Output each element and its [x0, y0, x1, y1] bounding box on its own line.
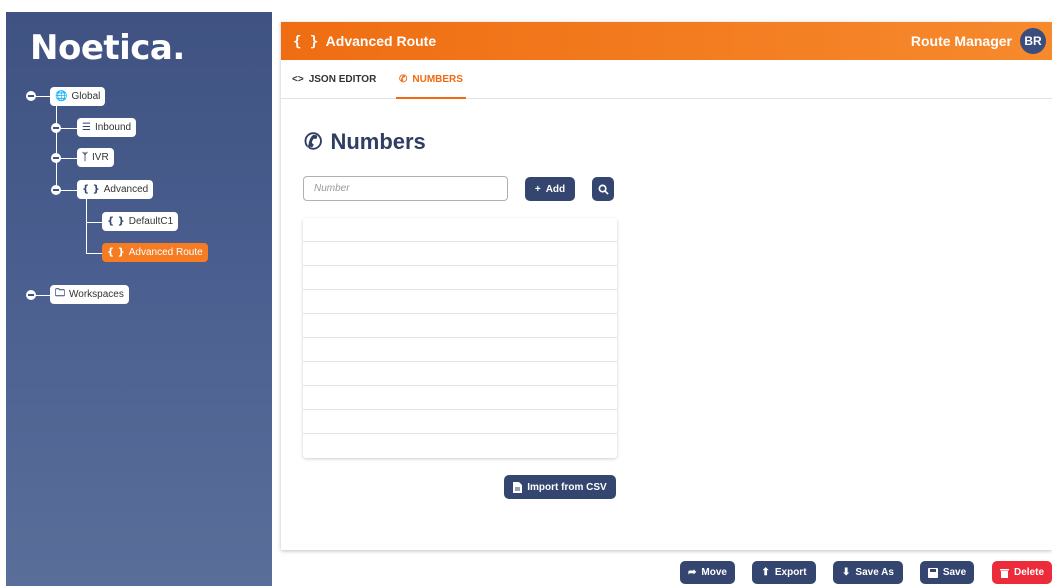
list-item[interactable] — [303, 266, 617, 290]
list-item[interactable] — [303, 386, 617, 410]
inbound-list-icon: ☰ — [82, 122, 91, 133]
delete-button[interactable]: Delete — [992, 561, 1052, 584]
tree-node-inbound[interactable]: ☰ Inbound — [77, 118, 137, 137]
phone-icon: ✆ — [399, 74, 408, 85]
tab-label: NUMBERS — [412, 74, 463, 85]
braces-icon: { } — [82, 184, 100, 195]
move-button[interactable]: ➦ Move — [680, 561, 735, 584]
collapse-toggle-advanced[interactable] — [51, 185, 61, 195]
trash-icon — [999, 568, 1009, 578]
tree-node-global[interactable]: 🌐 Global — [50, 87, 106, 106]
export-button[interactable]: ⬆ Export — [752, 561, 816, 584]
braces-icon: { } — [293, 34, 319, 50]
import-csv-button[interactable]: Import from CSV — [504, 475, 616, 499]
list-item[interactable] — [303, 290, 617, 314]
tree-connector — [86, 222, 102, 223]
save-button[interactable]: Save — [920, 561, 974, 584]
file-icon — [513, 481, 523, 493]
add-label: Add — [545, 183, 566, 195]
numbers-list — [303, 218, 617, 458]
collapse-toggle-global[interactable] — [26, 91, 36, 101]
tree-node-advanced-route[interactable]: { } Advanced Route — [102, 243, 208, 262]
list-item[interactable] — [303, 338, 617, 362]
tree-node-ivr[interactable]: ᛉ IVR — [77, 148, 114, 167]
arrow-right-icon: ➦ — [688, 567, 697, 578]
search-icon — [598, 184, 609, 195]
user-avatar[interactable]: BR — [1020, 28, 1046, 54]
section-title-text: Numbers — [330, 129, 426, 154]
phone-icon: ✆ — [304, 129, 323, 154]
collapse-toggle-inbound[interactable] — [51, 123, 61, 133]
noetica-logo: Noetica. — [30, 28, 185, 68]
app-name: Route Manager — [910, 33, 1012, 49]
number-input[interactable] — [303, 176, 508, 201]
export-label: Export — [774, 567, 807, 578]
main-panel: { } Advanced Route Route Manager BR <> J… — [281, 22, 1052, 550]
save-label: Save — [942, 567, 967, 578]
tab-numbers[interactable]: ✆ NUMBERS — [396, 60, 466, 99]
tree-node-defaultc1[interactable]: { } DefaultC1 — [102, 212, 179, 231]
add-number-button[interactable]: + Add — [525, 177, 575, 201]
globe-icon: 🌐 — [55, 91, 68, 102]
page-title-text: Advanced Route — [325, 33, 437, 49]
list-item[interactable] — [303, 434, 617, 458]
save-as-label: Save As — [855, 567, 894, 578]
collapse-toggle-workspaces[interactable] — [26, 290, 36, 300]
list-item[interactable] — [303, 218, 617, 242]
folder-icon: 🗀 — [55, 288, 65, 299]
tree-node-label: Workspaces — [69, 289, 124, 300]
tree-node-label: Advanced — [103, 184, 149, 195]
tree-node-label: IVR — [92, 152, 109, 163]
tree-node-label: Advanced Route — [128, 247, 203, 258]
tree-node-label: Inbound — [94, 122, 132, 133]
import-label: Import from CSV — [527, 481, 607, 493]
braces-icon: { } — [107, 216, 125, 227]
tab-label: JSON EDITOR — [308, 74, 377, 85]
save-as-button[interactable]: ⬇ Save As — [833, 561, 903, 584]
search-button[interactable] — [592, 177, 614, 201]
delete-label: Delete — [1013, 567, 1044, 578]
page-header: { } Advanced Route Route Manager BR — [281, 22, 1052, 60]
move-label: Move — [701, 567, 727, 578]
list-item[interactable] — [303, 314, 617, 338]
list-item[interactable] — [303, 410, 617, 434]
tree-node-advanced[interactable]: { } Advanced — [77, 180, 154, 199]
tree-connector — [56, 104, 57, 190]
braces-icon: { } — [107, 247, 125, 258]
tree-connector — [86, 198, 87, 254]
plus-icon: + — [534, 183, 541, 195]
section-title: ✆ Numbers — [304, 129, 426, 155]
collapse-toggle-ivr[interactable] — [51, 153, 61, 163]
tree-node-workspaces[interactable]: 🗀 Workspaces — [50, 285, 129, 304]
code-icon: <> — [292, 74, 304, 85]
tree-connector — [86, 253, 102, 254]
ivr-branch-icon: ᛉ — [82, 152, 88, 163]
upload-icon: ⬆ — [761, 567, 770, 578]
floppy-icon — [927, 567, 938, 578]
tree-node-label: DefaultC1 — [128, 216, 174, 227]
sidebar: Noetica. 🌐 Global ☰ Inbound ᛉ IVR { } Ad… — [6, 12, 272, 586]
download-icon: ⬇ — [842, 567, 851, 578]
list-item[interactable] — [303, 362, 617, 386]
page-title: { } Advanced Route — [293, 33, 436, 50]
tab-bar: <> JSON EDITOR ✆ NUMBERS — [281, 60, 1052, 99]
tree-node-label: Global — [71, 91, 101, 102]
tab-json-editor[interactable]: <> JSON EDITOR — [292, 60, 376, 99]
list-item[interactable] — [303, 242, 617, 266]
